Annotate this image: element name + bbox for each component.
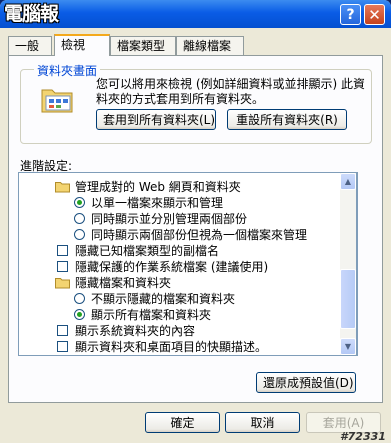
tab-file-types[interactable]: 檔案類型 — [110, 36, 176, 55]
scroll-thumb[interactable] — [340, 269, 356, 329]
folder-view-icon — [41, 89, 73, 113]
advanced-settings-list[interactable]: 管理成對的 Web 網頁和資料夾 以單一檔案來顯示和管理 同時顯示並分別管理兩個… — [18, 172, 358, 356]
window-title: 電腦報 — [4, 3, 59, 25]
tab-offline-files[interactable]: 離線檔案 — [176, 36, 244, 55]
tab-view[interactable]: 檢視 — [54, 34, 110, 56]
tree-item-label: 顯示系統資料夾的內容 — [75, 324, 196, 338]
tree-item-label: 同時顯示並分別管理兩個部份 — [91, 212, 248, 226]
tree-item-label: 顯示資料夾和桌面項目的快顯描述。 — [75, 340, 268, 354]
tree-item-label: 隱藏保護的作業系統檔案 (建議使用) — [75, 260, 269, 274]
tree-item-label: 隱藏已知檔案類型的副檔名 — [75, 244, 220, 258]
cancel-button[interactable]: 取消 — [225, 412, 300, 433]
folder-view-group-title: 資料夾畫面 — [34, 62, 101, 79]
checkbox[interactable] — [57, 261, 68, 272]
tree-item-label: 以單一檔案來顯示和管理 — [91, 196, 224, 210]
help-button[interactable]: ? — [340, 4, 361, 25]
tree-item-label: 不顯示隱藏的檔案和資料夾 — [91, 292, 236, 306]
folder-icon — [55, 182, 70, 193]
folder-view-description: 您可以將用來檢視 (例如詳細資料或並排顯示) 此資料夾的方式套用到所有資料夾。 — [96, 77, 365, 106]
ok-button[interactable]: 確定 — [145, 412, 220, 433]
advanced-list-scrollbar[interactable]: ▲ ▼ — [340, 172, 357, 356]
tree-item-label: 管理成對的 Web 網頁和資料夾 — [75, 180, 241, 194]
checkbox[interactable] — [57, 245, 68, 256]
title-bar[interactable]: 電腦報 ? ✕ — [0, 0, 391, 28]
tree-item-label: 隱藏檔案和資料夾 — [75, 276, 172, 290]
radio[interactable] — [74, 229, 85, 240]
restore-defaults-button[interactable]: 還原成預設值(D) — [256, 372, 356, 393]
radio[interactable] — [74, 293, 85, 304]
scroll-down-icon[interactable]: ▼ — [340, 338, 356, 355]
reset-all-folders-button[interactable]: 重設所有資料夾(R) — [227, 109, 347, 130]
checkbox[interactable] — [57, 325, 68, 336]
checkbox[interactable] — [57, 341, 68, 352]
radio-checked[interactable] — [74, 197, 85, 208]
folder-icon — [55, 278, 70, 289]
tree-item-label: 同時顯示兩個部份但視為一個檔案來管理 — [91, 228, 308, 242]
radio-checked[interactable] — [74, 309, 85, 320]
close-button[interactable]: ✕ — [364, 4, 385, 25]
apply-to-all-folders-button[interactable]: 套用到所有資料夾(L) — [96, 109, 216, 130]
scroll-up-icon[interactable]: ▲ — [340, 173, 356, 190]
tab-general[interactable]: 一般 — [8, 36, 52, 55]
watermark: #72331 — [340, 430, 386, 443]
folder-options-window: 電腦報 ? ✕ 一般 檢視 檔案類型 離線檔案 資料夾畫面 您可以將用來檢視 (… — [0, 0, 391, 443]
radio[interactable] — [74, 213, 85, 224]
tree-item-label: 顯示所有檔案和資料夾 — [91, 308, 212, 322]
